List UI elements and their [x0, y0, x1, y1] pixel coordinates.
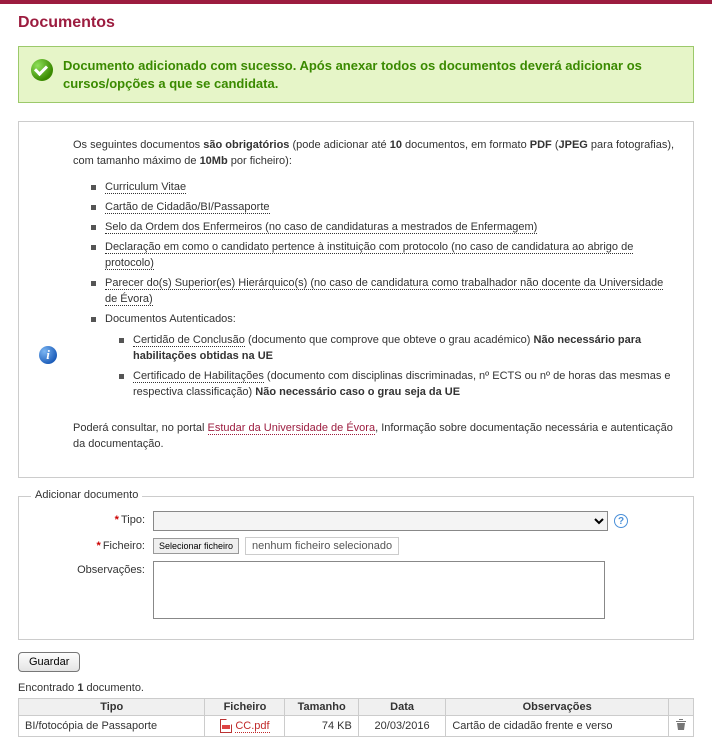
portal-link[interactable]: Estudar da Universidade de Évora — [208, 422, 376, 435]
cell-tamanho: 74 KB — [285, 716, 358, 737]
doc-link-parecer[interactable]: Parecer do(s) Superior(es) Hierárquico(s… — [105, 277, 663, 306]
success-message: Documento adicionado com sucesso. Após a… — [63, 57, 681, 92]
doc-link-certidao-conclusao[interactable]: Certidão de Conclusão — [133, 334, 245, 347]
doc-link-certificado-habilitacoes[interactable]: Certificado de Habilitações — [133, 370, 264, 383]
fieldset-legend: Adicionar documento — [31, 489, 142, 501]
doc-link-selo[interactable]: Selo da Ordem dos Enfermeiros (no caso d… — [105, 221, 537, 234]
page-title: Documentos — [18, 14, 694, 32]
table-row: BI/fotocópia de Passaporte CC.pdf 74 KB … — [19, 716, 694, 737]
doc-link-cc[interactable]: Cartão de Cidadão/BI/Passaporte — [105, 201, 270, 214]
info-intro: Os seguintes documentos são obrigatórios… — [73, 138, 677, 170]
col-ficheiro: Ficheiro — [205, 699, 285, 716]
info-footer: Poderá consultar, no portal Estudar da U… — [73, 421, 677, 453]
check-icon — [31, 59, 53, 81]
help-icon[interactable]: ? — [614, 514, 628, 528]
add-document-fieldset: Adicionar documento *Tipo: ? *Ficheiro: … — [18, 496, 694, 640]
label-tipo: *Tipo: — [33, 511, 153, 526]
info-panel: i Os seguintes documentos são obrigatóri… — [18, 121, 694, 478]
col-tipo: Tipo — [19, 699, 205, 716]
found-count: Encontrado 1 documento. — [18, 682, 694, 694]
observacoes-textarea[interactable] — [153, 561, 605, 619]
info-icon: i — [39, 346, 57, 364]
file-status: nenhum ficheiro selecionado — [245, 537, 399, 555]
file-select-button[interactable]: Selecionar ficheiro — [153, 538, 239, 554]
cell-ficheiro: CC.pdf — [205, 716, 285, 737]
col-data: Data — [358, 699, 445, 716]
required-docs-list: Curriculum Vitae Cartão de Cidadão/BI/Pa… — [91, 178, 677, 413]
cell-data: 20/03/2016 — [358, 716, 445, 737]
documents-table: Tipo Ficheiro Tamanho Data Observações B… — [18, 698, 694, 737]
success-banner: Documento adicionado com sucesso. Após a… — [18, 46, 694, 103]
cell-tipo: BI/fotocópia de Passaporte — [19, 716, 205, 737]
doc-link-declaracao[interactable]: Declaração em como o candidato pertence … — [105, 241, 633, 270]
save-button[interactable]: Guardar — [18, 652, 80, 672]
doc-link-cv[interactable]: Curriculum Vitae — [105, 181, 186, 194]
col-tamanho: Tamanho — [285, 699, 358, 716]
doc-autenticados-label: Documentos Autenticados: — [105, 313, 236, 325]
col-observacoes: Observações — [446, 699, 669, 716]
cell-obs: Cartão de cidadão frente e verso — [446, 716, 669, 737]
file-link[interactable]: CC.pdf — [235, 720, 269, 733]
label-ficheiro: *Ficheiro: — [33, 537, 153, 552]
delete-icon[interactable] — [675, 718, 687, 731]
tipo-select[interactable] — [153, 511, 608, 531]
label-observacoes: Observações: — [33, 561, 153, 576]
pdf-icon — [220, 719, 232, 733]
